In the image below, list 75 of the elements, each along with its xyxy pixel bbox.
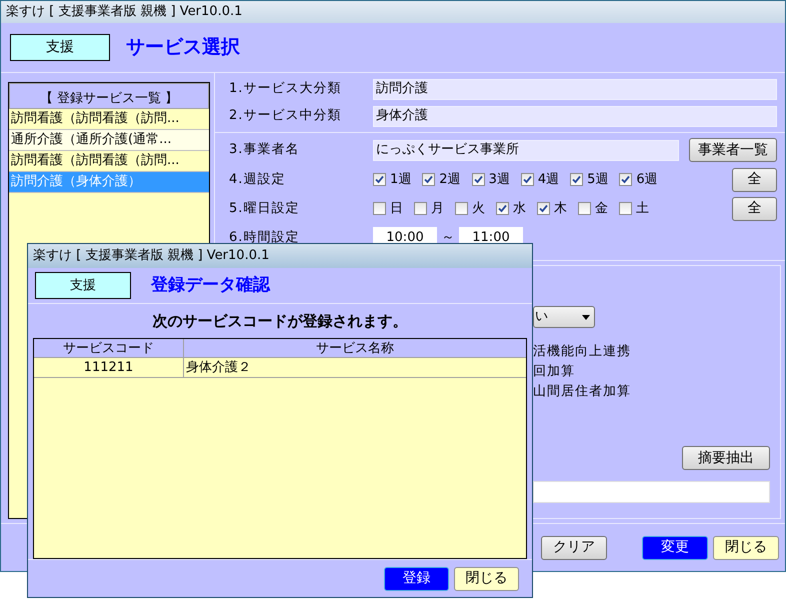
check-icon [572,175,582,184]
column-header: サービス名称 [315,340,395,357]
checkbox-label: 2週 [439,170,461,189]
field-label: 5.曜日設定 [229,200,300,218]
list-heading: 【 登録サービス一覧 】 [40,90,178,108]
summary-extract-button[interactable]: 摘要抽出 [682,446,770,470]
field-label: 3.事業者名 [229,141,300,160]
list-item[interactable]: 通所介護（通所介護(通常... [9,130,209,151]
checkbox-label: 日 [390,200,403,218]
check-icon [539,204,548,213]
checkbox-label: 3週 [488,170,510,189]
checkbox[interactable] [619,173,632,186]
select-all-button[interactable]: 全 [732,168,777,192]
list-item[interactable]: 訪問看護（訪問看護（訪問... [9,151,209,172]
list-item[interactable]: 訪問看護（訪問看護（訪問... [9,109,209,130]
confirmation-message: 次のサービスコードが登録されます。 [152,310,408,332]
dialog-button[interactable]: 閉じる [454,566,519,590]
checkbox-label: 金 [595,200,608,218]
checkbox[interactable] [373,202,386,215]
checkbox[interactable] [455,202,468,215]
table-cell-text: 身体介護２ [185,358,252,377]
provider-list-button[interactable]: 事業者一覧 [689,138,777,162]
column-header: サービスコード [34,339,184,357]
checkbox[interactable] [619,202,632,215]
checkbox-label: 1週 [390,170,412,189]
dropdown-value: い [535,308,548,326]
checkbox-label: 水 [513,200,526,218]
input-field[interactable]: 訪問介護 [373,78,777,100]
checkbox-label: 月 [431,200,444,218]
checkbox[interactable] [373,173,386,186]
check-icon [498,204,507,213]
checkbox-label: 6週 [636,170,658,189]
checkbox[interactable] [496,202,509,215]
dialog-title: 楽すけ [ 支援事業者版 親機 ] Ver10.0.1 [33,247,270,266]
check-icon [621,175,630,184]
screen-title: サービス選択 [126,35,240,60]
caret-icon [582,314,590,320]
footer-button[interactable]: クリア [541,536,607,560]
checkbox-label: 土 [636,200,649,218]
check-icon [522,175,532,184]
section-badge: 支援 [10,34,110,61]
checkbox[interactable] [537,202,550,215]
checkbox-label: 4週 [538,170,560,189]
input-field[interactable]: 身体介護 [373,106,777,126]
input-field[interactable]: にっぷくサービス事業所 [373,140,679,160]
option-label: 活機能向上連携 [533,343,632,361]
checkbox-label: 火 [472,200,485,218]
select-all-button[interactable]: 全 [732,196,777,220]
checkbox-label: 木 [554,200,567,218]
dialog-button[interactable]: 登録 [384,566,449,590]
separator: ～ [440,229,456,248]
section-badge: 支援 [35,272,131,299]
checkbox-label: 5週 [587,170,608,189]
summary-field[interactable] [533,481,770,503]
option-label: 山間居住者加算 [533,383,632,401]
checkbox[interactable] [422,173,436,186]
checkbox[interactable] [520,173,534,186]
footer-button[interactable]: 閉じる [713,536,779,560]
checkbox[interactable] [570,173,584,186]
field-label: 1.サービス大分類 [229,80,342,98]
field-label: 4.週設定 [229,170,286,189]
check-icon [474,175,483,184]
footer-button[interactable]: 変更 [642,536,708,560]
field-label: 6.時間設定 [229,229,300,248]
checkbox[interactable] [578,202,591,215]
window-title: 楽すけ [ 支援事業者版 親機 ] Ver10.0.1 [6,3,242,22]
check-icon [375,175,384,184]
checkbox[interactable] [414,202,427,215]
dropdown[interactable]: い [533,306,595,328]
checkbox[interactable] [472,173,485,186]
dialog-heading: 登録データ確認 [151,274,270,297]
check-icon [424,175,434,184]
table-cell: 111211 [34,358,184,377]
option-label: 回加算 [533,363,576,381]
field-label: 2.サービス中分類 [229,107,342,126]
